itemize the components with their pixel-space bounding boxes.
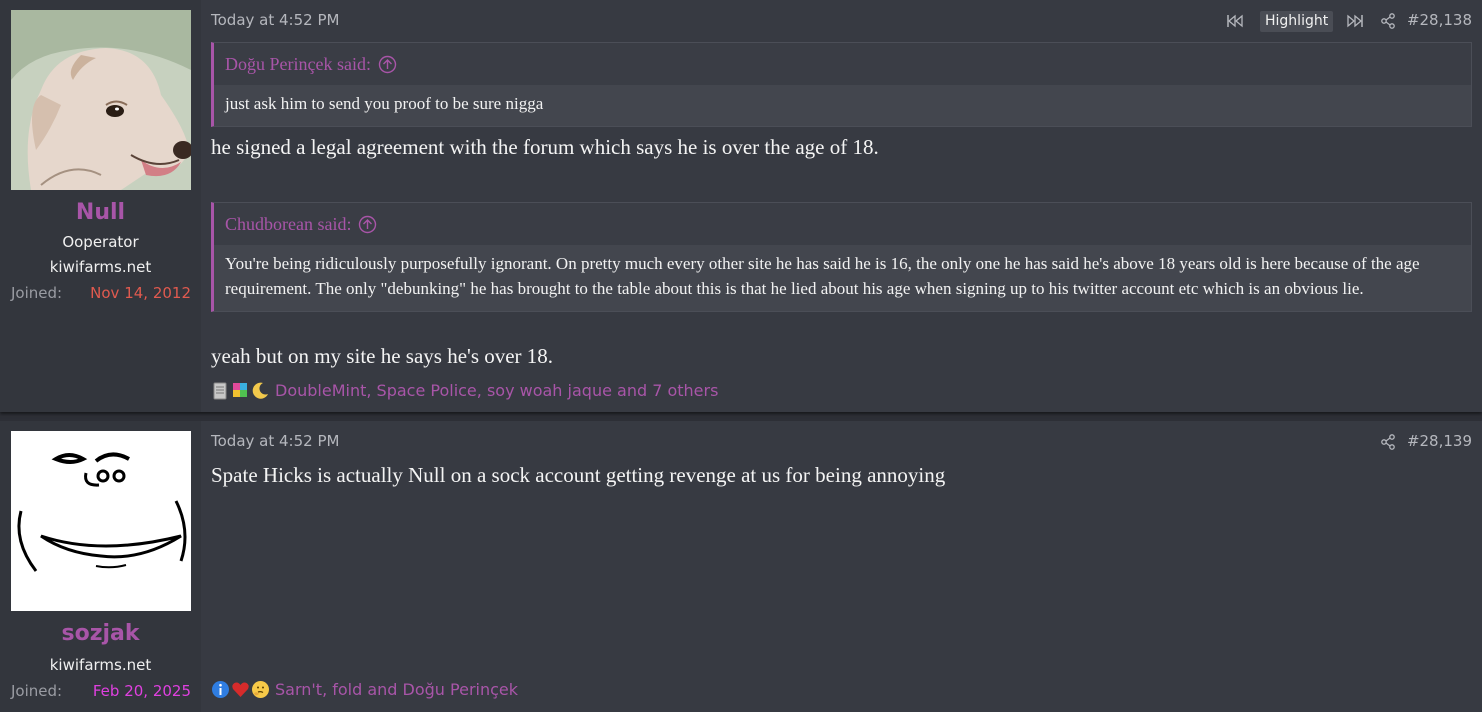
share-icon-svg <box>1381 434 1395 450</box>
dog-avatar-image <box>11 10 191 190</box>
joined-label: Joined: <box>11 682 63 700</box>
joined-label: Joined: <box>11 284 63 302</box>
rewind-icon[interactable] <box>1225 11 1245 31</box>
thinking-icon <box>251 680 270 699</box>
arrow-up-circle-svg <box>378 55 397 73</box>
post-date[interactable]: Today at 4:52 PM <box>211 11 339 29</box>
fast-forward-icon[interactable] <box>1345 11 1365 31</box>
quote-attribution[interactable]: Chudborean said: <box>214 203 1471 245</box>
share-icon-svg <box>1381 13 1395 29</box>
user-site: kiwifarms.net <box>49 656 152 674</box>
post-28138: Null Ooperator kiwifarms.net Joined: Nov… <box>0 0 1482 412</box>
highlight-button[interactable]: Highlight <box>1260 11 1334 32</box>
fast-forward-icon-svg <box>1347 14 1363 28</box>
heart-icon <box>231 680 250 699</box>
post-number[interactable]: #28,138 <box>1407 11 1472 29</box>
post-28139: sozjak kiwifarms.net Joined: Feb 20, 202… <box>0 421 1482 712</box>
message-text: yeah but on my site he says he's over 18… <box>211 344 554 368</box>
avatar[interactable] <box>11 431 191 611</box>
arrow-up-circle-svg <box>359 215 377 233</box>
avatar[interactable] <box>11 10 191 190</box>
quote-text: You're being ridiculously purposefully i… <box>214 245 1471 311</box>
heart-icon-svg <box>232 682 249 697</box>
quote-author[interactable]: Chudborean said: <box>225 214 351 235</box>
user-site: kiwifarms.net <box>49 258 152 276</box>
info-icon <box>211 680 230 699</box>
share-icon[interactable] <box>1378 432 1398 452</box>
quote-text: just ask him to send you proof to be sur… <box>214 85 1471 126</box>
document-icon-svg <box>213 382 227 400</box>
message-text: he signed a legal agreement with the for… <box>211 135 879 159</box>
joined-date: Feb 20, 2025 <box>92 682 191 700</box>
share-icon[interactable] <box>1378 11 1398 31</box>
sketch-face-avatar-image <box>11 431 191 611</box>
quote-author[interactable]: Doğu Perinçek said: <box>225 54 371 75</box>
reactions-bar[interactable]: DoubleMint, Space Police, soy woah jaque… <box>211 381 718 400</box>
user-sidebar: Null Ooperator kiwifarms.net Joined: Nov… <box>0 0 201 412</box>
message-text: Spate Hicks is actually Null on a sock a… <box>211 463 946 487</box>
quote-attribution[interactable]: Doğu Perinçek said: <box>214 43 1471 85</box>
arrow-up-circle-icon[interactable] <box>378 55 397 74</box>
document-icon <box>211 381 230 400</box>
rewind-icon-svg <box>1227 14 1243 28</box>
puzzle-icon <box>231 381 250 400</box>
user-title: Ooperator <box>62 233 139 251</box>
moon-icon <box>251 381 270 400</box>
quote-block: Doğu Perinçek said: just ask him to send… <box>211 42 1472 127</box>
joined-date: Nov 14, 2012 <box>90 284 191 302</box>
post-date[interactable]: Today at 4:52 PM <box>211 432 339 450</box>
info-icon-svg <box>212 681 229 698</box>
arrow-up-circle-icon[interactable] <box>358 215 377 234</box>
quote-block: Chudborean said: You're being ridiculous… <box>211 202 1472 312</box>
username[interactable]: sozjak <box>0 621 201 646</box>
reaction-users[interactable]: Sarn't, fold and Doğu Perinçek <box>275 680 518 699</box>
post-number[interactable]: #28,139 <box>1407 432 1472 450</box>
thinking-icon-svg <box>252 681 269 698</box>
moon-icon-svg <box>252 382 268 399</box>
reaction-users[interactable]: DoubleMint, Space Police, soy woah jaque… <box>275 381 718 400</box>
user-sidebar: sozjak kiwifarms.net Joined: Feb 20, 202… <box>0 421 201 712</box>
reactions-bar[interactable]: Sarn't, fold and Doğu Perinçek <box>211 680 518 699</box>
username[interactable]: Null <box>0 200 201 225</box>
puzzle-icon-svg <box>233 383 247 397</box>
